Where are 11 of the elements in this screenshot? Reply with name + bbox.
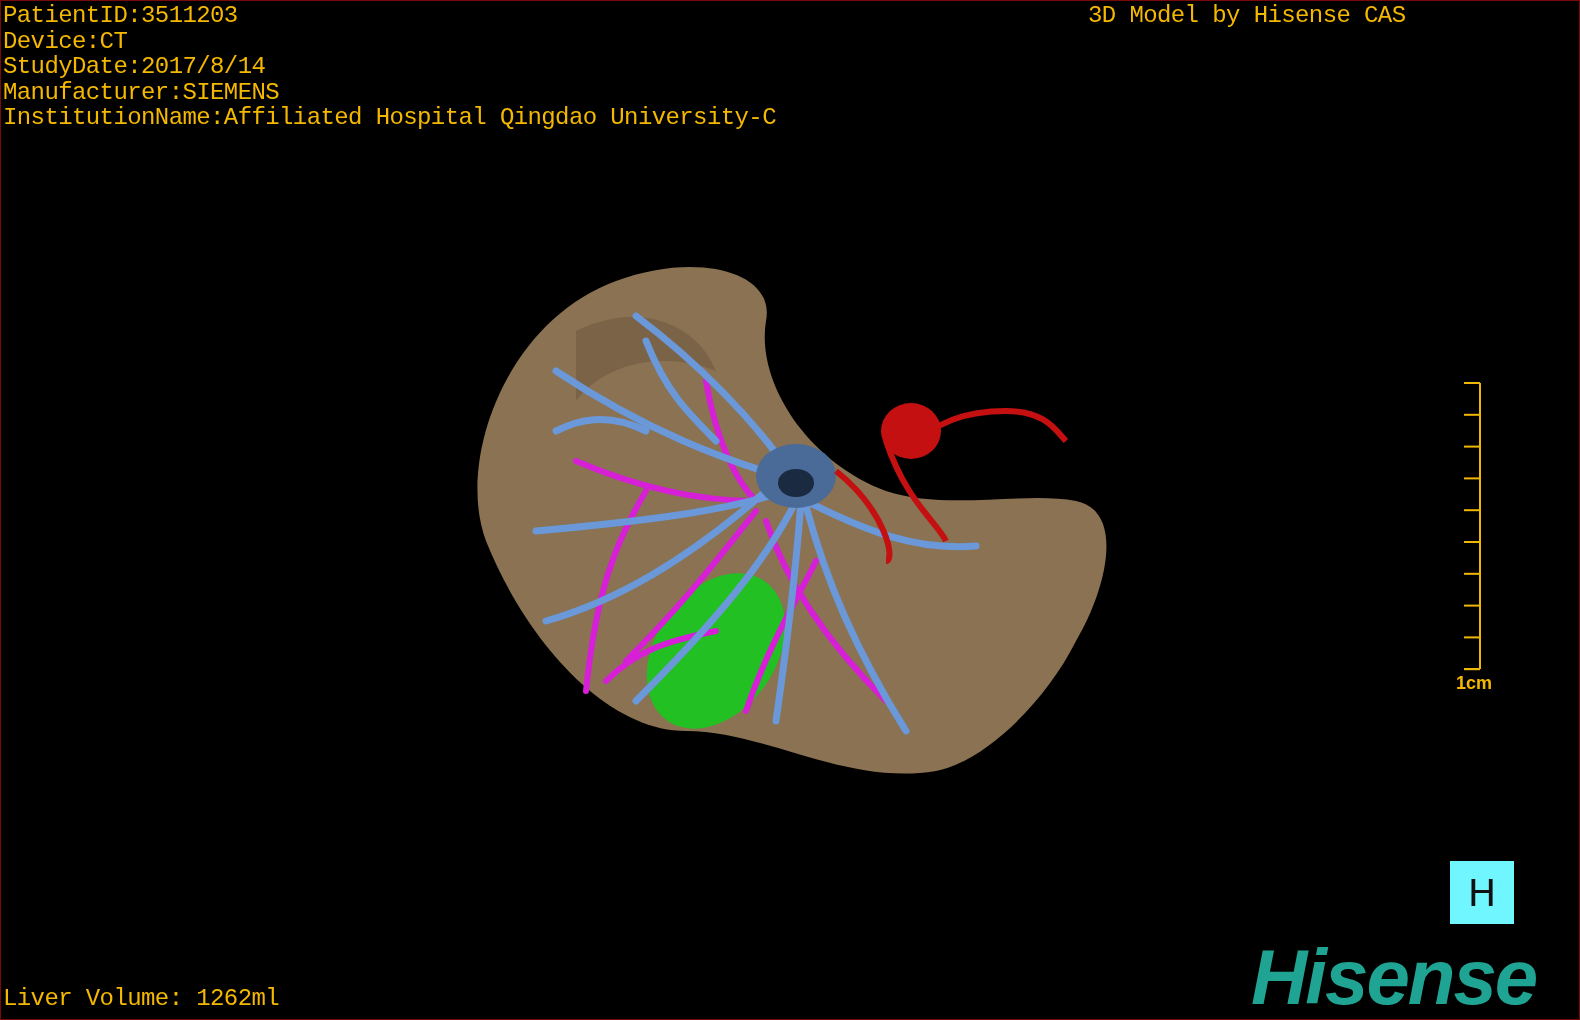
info-line: PatientID:3511203 [3, 3, 239, 29]
info-line: Manufacturer:SIEMENS [3, 79, 281, 105]
scale-label: 1cm [1456, 673, 1493, 694]
3d-viewport[interactable]: PatientID:3511203 Device:CT StudyDate:2017/8/14 Manufacturer:SIEMENS InstitutionName:Affiliated Hospital Qingdao University-C 3D Model by Hisense CAS 1cm H Liver Volume: 1262ml Hisense [0, 0, 1580, 1020]
info-line: InstitutionName:Affiliated Hospital Qingdao University-C [3, 105, 776, 131]
info-line: StudyDate:2017/8/14 [3, 54, 267, 80]
orientation-button[interactable]: H [1450, 861, 1514, 924]
info-line: Device:CT [3, 28, 129, 54]
model-credit: 3D Model by Hisense CAS [1088, 3, 1406, 28]
logo: Hisense [1251, 945, 1537, 1009]
liver-volume: Liver Volume: 1262ml [3, 986, 280, 1012]
